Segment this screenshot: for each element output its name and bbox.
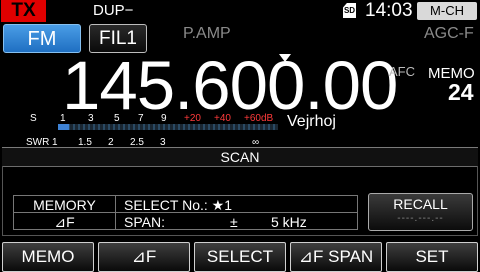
fkey-select[interactable]: SELECT: [194, 242, 286, 272]
preamp-indicator: P.AMP: [183, 25, 231, 42]
s-scale-1: 1: [60, 113, 66, 124]
meter-segment: [248, 124, 250, 130]
agc-indicator: AGC-F: [424, 25, 474, 42]
meter-segment: [148, 124, 150, 130]
span-cell: SPAN: ± 5 kHz: [115, 212, 358, 230]
fkey-set[interactable]: SET: [386, 242, 478, 272]
s-scale-plus60: +60dB: [244, 113, 274, 124]
span-plus-minus: ±: [230, 214, 238, 230]
meter-segment: [138, 124, 140, 130]
s-scale-7: 7: [138, 113, 144, 124]
function-key-bar: MEMO ⊿F SELECT ⊿F SPAN SET: [0, 242, 480, 272]
recall-button[interactable]: RECALL ----.---.--: [368, 193, 473, 231]
meter-segment: [228, 124, 230, 130]
meter-segment: [173, 124, 175, 130]
meter-segment: [188, 124, 190, 130]
tx-indicator: TX: [1, 0, 46, 22]
meter-segment: [233, 124, 235, 130]
memo-channel-number: 24: [448, 79, 474, 105]
meter-segment: [103, 124, 105, 130]
meter-segment: [88, 124, 90, 130]
delta-f-cell: ⊿F: [13, 212, 116, 230]
span-value: 5 kHz: [271, 214, 307, 230]
clock: 14:03: [365, 0, 413, 21]
sd-card-icon: SD: [343, 3, 356, 18]
fkey-memo[interactable]: MEMO: [2, 242, 94, 272]
meter-segment: [208, 124, 210, 130]
memory-cell: MEMORY: [13, 195, 116, 213]
scan-title: SCAN: [2, 148, 478, 167]
meter-segment: [153, 124, 155, 130]
s-meter-label: S: [30, 113, 37, 124]
select-number-cell: SELECT No.: ★1: [115, 195, 358, 213]
meter-segment: [258, 124, 260, 130]
meter-segment: [143, 124, 145, 130]
s-scale-plus40: +40: [214, 113, 231, 124]
meter-segment: [83, 124, 85, 130]
s-scale-3: 3: [88, 113, 94, 124]
meter-segment: [263, 124, 265, 130]
meter-segment: [218, 124, 220, 130]
meter-segment: [178, 124, 180, 130]
fkey-delta-f[interactable]: ⊿F: [98, 242, 190, 272]
meter-segment: [238, 124, 240, 130]
meter-segment: [183, 124, 185, 130]
meter-segment: [213, 124, 215, 130]
meter-segment: [198, 124, 200, 130]
recall-label: RECALL: [393, 196, 448, 212]
meter-segment: [133, 124, 135, 130]
meter-segment: [273, 124, 275, 130]
span-label: SPAN:: [124, 214, 165, 230]
meter-segment: [168, 124, 170, 130]
frequency-display[interactable]: 145.600.00: [62, 50, 398, 122]
meter-segment: [128, 124, 130, 130]
fkey-delta-f-span[interactable]: ⊿F SPAN: [290, 242, 382, 272]
afc-indicator: AFC: [389, 64, 415, 79]
meter-segment: [78, 124, 80, 130]
meter-segment: [93, 124, 95, 130]
s-meter-bar: [58, 124, 278, 130]
tuning-step-marker-icon: [279, 54, 291, 62]
meter-segment: [108, 124, 110, 130]
s-scale-plus20: +20: [184, 113, 201, 124]
memory-name: Vejrhoj: [287, 113, 336, 130]
s-scale-9: 9: [161, 113, 167, 124]
duplex-indicator: DUP−: [93, 2, 134, 19]
meter-segment: [268, 124, 270, 130]
meter-segment: [73, 124, 75, 130]
meter-segment: [243, 124, 245, 130]
recall-value: ----.---.--: [397, 213, 444, 224]
meter-segment: [223, 124, 225, 130]
meter-segment: [158, 124, 160, 130]
memory-channel-badge: M-CH: [417, 2, 477, 20]
s-scale-5: 5: [114, 113, 120, 124]
meter-segment: [123, 124, 125, 130]
meter-segment: [98, 124, 100, 130]
meter-segment: [203, 124, 205, 130]
s-meter-level: [58, 124, 69, 130]
meter-segment: [253, 124, 255, 130]
meter-segment: [113, 124, 115, 130]
meter-segment: [193, 124, 195, 130]
meter-segment: [118, 124, 120, 130]
meter-segment: [163, 124, 165, 130]
